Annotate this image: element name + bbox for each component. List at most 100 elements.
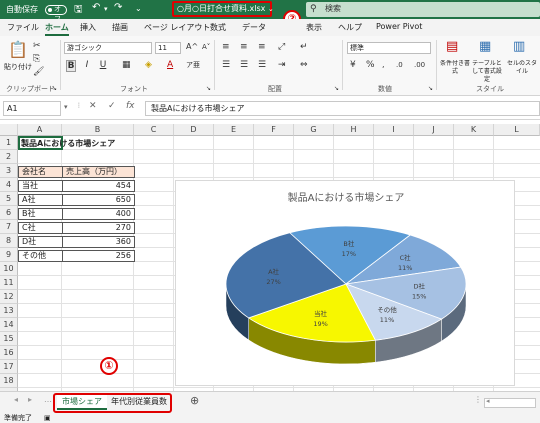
row-header[interactable]: 6 bbox=[0, 206, 18, 220]
select-all-corner[interactable] bbox=[0, 124, 18, 136]
horizontal-scrollbar[interactable] bbox=[484, 398, 536, 408]
save-icon[interactable]: 🖫 bbox=[74, 2, 83, 19]
table-cell-sales[interactable]: 256 bbox=[62, 250, 135, 262]
row-header[interactable]: 5 bbox=[0, 192, 18, 206]
table-cell-sales[interactable]: 650 bbox=[62, 194, 135, 206]
undo-dropdown-icon[interactable]: ▾ bbox=[104, 5, 108, 13]
row-header[interactable]: 3 bbox=[0, 164, 18, 178]
decrease-decimal-icon[interactable]: .00 bbox=[414, 60, 425, 70]
row-header[interactable]: 18 bbox=[0, 374, 18, 388]
table-cell-company[interactable]: B社 bbox=[18, 208, 63, 220]
name-box-dropdown-icon[interactable]: ▾ bbox=[64, 103, 68, 111]
indent-icon[interactable]: ⇥ bbox=[278, 60, 286, 70]
worksheet-grid[interactable]: A B C D E F G H I J K L 1 2 3 4 5 6 7 8 9 10 11 12 1… bbox=[0, 124, 540, 391]
more-sheets-icon[interactable]: … bbox=[44, 395, 52, 404]
tab-draw[interactable]: 描画 bbox=[112, 22, 128, 33]
currency-icon[interactable]: ¥ bbox=[350, 60, 356, 70]
table-cell-company[interactable]: D社 bbox=[18, 236, 63, 248]
row-header[interactable]: 10 bbox=[0, 262, 18, 276]
row-header[interactable]: 1 bbox=[0, 136, 18, 150]
paste-label[interactable]: 貼り付け bbox=[4, 62, 32, 72]
sheet-tab-market-share[interactable]: 市場シェア bbox=[57, 395, 107, 410]
row-header[interactable]: 7 bbox=[0, 220, 18, 234]
italic-button[interactable]: I bbox=[82, 60, 92, 70]
tab-page-layout[interactable]: ページ レイアウト bbox=[144, 22, 210, 33]
insert-function-icon[interactable]: fx bbox=[126, 101, 135, 111]
percent-icon[interactable]: % bbox=[366, 60, 375, 70]
format-as-table-icon[interactable]: ▦ bbox=[479, 40, 491, 53]
cell-styles-button[interactable]: セルのスタイル bbox=[506, 60, 538, 76]
table-header-company[interactable]: 会社名 bbox=[18, 166, 63, 178]
align-bottom-icon[interactable]: ≡ bbox=[258, 42, 266, 52]
table-cell-company[interactable]: C社 bbox=[18, 222, 63, 234]
format-as-table-button[interactable]: テーブルとして書式設定 bbox=[470, 60, 504, 84]
cell-styles-icon[interactable]: ▥ bbox=[513, 40, 525, 53]
bold-button[interactable]: B bbox=[66, 60, 76, 72]
tab-help[interactable]: ヘルプ bbox=[338, 22, 362, 33]
cancel-icon[interactable]: ✕ bbox=[89, 101, 97, 111]
table-cell-sales[interactable]: 270 bbox=[62, 222, 135, 234]
align-middle-icon[interactable]: ≡ bbox=[240, 42, 248, 52]
add-sheet-icon[interactable]: ⊕ bbox=[190, 394, 199, 407]
underline-button[interactable]: U bbox=[98, 60, 108, 70]
conditional-format-button[interactable]: 条件付き書式 bbox=[440, 60, 470, 76]
redo-icon[interactable]: ↷ bbox=[114, 2, 122, 13]
column-header[interactable]: B bbox=[62, 124, 134, 136]
paste-icon[interactable]: 📋 bbox=[8, 42, 28, 58]
macro-record-icon[interactable]: ▣ bbox=[44, 413, 51, 423]
number-format-select[interactable]: 標準 bbox=[347, 42, 431, 54]
borders-icon[interactable]: ▦ bbox=[122, 60, 131, 70]
row-header[interactable]: 16 bbox=[0, 346, 18, 360]
table-cell-company[interactable]: A社 bbox=[18, 194, 63, 206]
customize-qat-icon[interactable]: ⌄ bbox=[135, 4, 142, 13]
font-color-icon[interactable]: A bbox=[167, 60, 173, 70]
conditional-format-icon[interactable]: ▤ bbox=[446, 40, 458, 53]
align-left-icon[interactable]: ☰ bbox=[222, 60, 230, 70]
column-header[interactable]: I bbox=[374, 124, 414, 136]
row-header[interactable]: 4 bbox=[0, 178, 18, 192]
column-header[interactable]: J bbox=[414, 124, 454, 136]
alignment-launcher-icon[interactable]: ↘ bbox=[334, 84, 339, 94]
comma-style-icon[interactable]: , bbox=[382, 60, 385, 70]
copy-icon[interactable]: ⎘ bbox=[33, 54, 40, 64]
column-header[interactable]: K bbox=[454, 124, 494, 136]
undo-icon[interactable]: ↶ bbox=[92, 2, 100, 13]
row-header[interactable]: 11 bbox=[0, 276, 18, 290]
shrink-font-icon[interactable]: A˅ bbox=[202, 42, 210, 52]
name-box[interactable]: A1 bbox=[3, 101, 61, 116]
tab-power-pivot[interactable]: Power Pivot bbox=[376, 22, 422, 31]
font-launcher-icon[interactable]: ↘ bbox=[206, 84, 211, 94]
table-header-sales[interactable]: 売上高（万円） bbox=[62, 166, 135, 178]
table-cell-sales[interactable]: 400 bbox=[62, 208, 135, 220]
column-header[interactable]: D bbox=[174, 124, 214, 136]
column-header[interactable]: L bbox=[494, 124, 540, 136]
formula-input[interactable]: 製品Aにおける市場シェア bbox=[145, 101, 540, 116]
phonetic-icon[interactable]: ア亜 bbox=[186, 60, 200, 70]
tab-data[interactable]: データ bbox=[242, 22, 266, 33]
grow-font-icon[interactable]: A^ bbox=[186, 42, 198, 52]
row-header[interactable]: 14 bbox=[0, 318, 18, 332]
align-top-icon[interactable]: ≡ bbox=[222, 42, 230, 52]
column-header[interactable]: G bbox=[294, 124, 334, 136]
merge-center-icon[interactable]: ⇔ bbox=[300, 60, 308, 70]
wrap-text-icon[interactable]: ↵ bbox=[300, 42, 308, 52]
cell-a1-title[interactable]: 製品Aにおける市場シェア bbox=[21, 138, 115, 149]
column-header[interactable]: A bbox=[18, 124, 62, 136]
tab-formulas[interactable]: 数式 bbox=[210, 22, 226, 33]
search-box[interactable]: ⚲ 検索 bbox=[306, 2, 540, 17]
table-cell-sales[interactable]: 360 bbox=[62, 236, 135, 248]
hscroll-left-icon[interactable]: ◂ bbox=[486, 397, 490, 405]
cut-icon[interactable]: ✂ bbox=[33, 41, 41, 51]
row-header[interactable]: 12 bbox=[0, 290, 18, 304]
column-header[interactable]: E bbox=[214, 124, 254, 136]
increase-decimal-icon[interactable]: .0 bbox=[396, 60, 403, 70]
sheet-tab-employees-by-age[interactable]: 年代別従業員数 bbox=[106, 395, 172, 410]
format-painter-icon[interactable]: 🖌 bbox=[33, 67, 44, 77]
align-center-icon[interactable]: ☰ bbox=[240, 60, 248, 70]
number-launcher-icon[interactable]: ↘ bbox=[428, 84, 433, 94]
row-header[interactable]: 13 bbox=[0, 304, 18, 318]
table-cell-company[interactable]: 当社 bbox=[18, 180, 63, 192]
row-header[interactable]: 2 bbox=[0, 150, 18, 164]
file-name-title[interactable]: ○月○日打合せ資料.xlsx ⌄ bbox=[172, 1, 274, 17]
scroll-left-icon[interactable]: ◂ bbox=[14, 395, 18, 404]
